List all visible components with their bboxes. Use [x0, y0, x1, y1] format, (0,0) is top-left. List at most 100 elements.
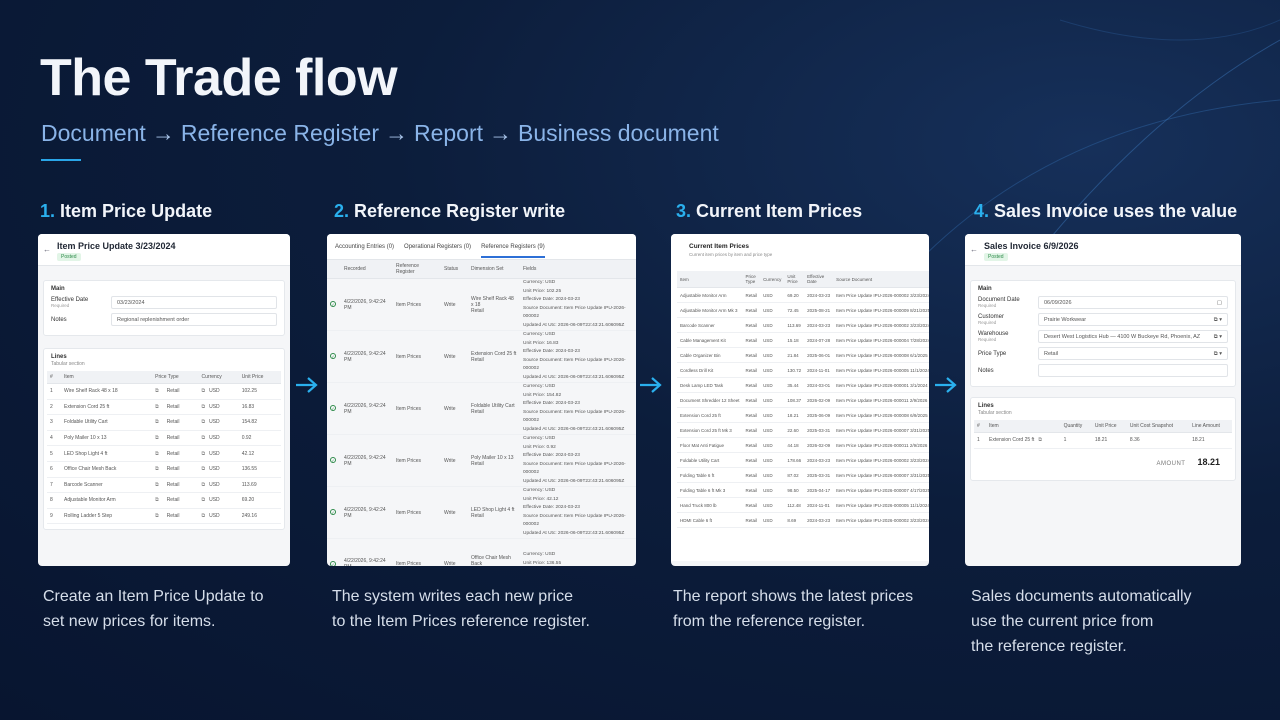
open-icon: ⧉	[201, 403, 206, 410]
flow-step-document: Document	[41, 120, 146, 146]
sales-invoice-card: ← Sales Invoice 6/9/2026 Posted Main Doc…	[965, 234, 1241, 566]
check-circle-icon: ✓	[330, 405, 336, 411]
step-3-description: The report shows the latest prices from t…	[673, 588, 914, 630]
status-badge: Posted	[57, 253, 81, 261]
open-icon: ⧉	[201, 481, 206, 488]
step-4-description: Sales documents automatically use the cur…	[971, 588, 1192, 655]
notes-field[interactable]	[1038, 364, 1228, 377]
table-row[interactable]: 6 Office Chair Mesh Back ⧉ Retail ⧉ USD 136.55	[47, 461, 281, 478]
table-row[interactable]: Desk Lamp LED Task Retail USD 35.44 2024-03-…	[677, 377, 929, 393]
open-icon: ⧉	[1038, 437, 1042, 444]
flow-arrow-icon	[296, 377, 318, 393]
main-section: Main Document Date Required 06/09/2026 ▢ C…	[970, 280, 1236, 387]
table-row[interactable]: ✓4/22/2026, 9:42:24 PMItem PricesWriteOf…	[327, 538, 636, 566]
lines-section: Lines Tabular section # Item Price Type …	[43, 348, 285, 531]
price-type-field[interactable]: Retail ⧉ ▾	[1038, 347, 1228, 360]
open-icon: ⧉	[155, 388, 159, 395]
status-badge: Posted	[984, 253, 1008, 261]
open-icon: ⧉	[201, 435, 206, 442]
table-row[interactable]: Folding Table 6 ft Mk 3 Retail USD 98.50 202…	[677, 482, 929, 498]
open-icon: ⧉	[201, 513, 206, 520]
table-row[interactable]: Document Shredder 12 Sheet Retail USD 108.3…	[677, 392, 929, 408]
page-title: The Trade flow	[40, 49, 398, 107]
table-row[interactable]: Floor Mat Anti Fatigue Retail USD 44.18 2026…	[677, 437, 929, 453]
notes-field[interactable]: Regional replenishment order	[111, 313, 277, 326]
table-row[interactable]: 8 Adjustable Monitor Arm ⧉ Retail ⧉ USD 69.20	[47, 492, 281, 509]
prices-table: Item Price Type Currency Unit Price Effe…	[677, 271, 929, 528]
amount-total: AMOUNT 18.21	[1156, 456, 1220, 467]
open-icon: ⧉	[155, 419, 159, 426]
check-circle-icon: ✓	[330, 509, 336, 515]
table-row[interactable]: ✓ 4/22/2026, 9:42:24 PM Item Prices Write Wi…	[327, 278, 636, 331]
flow-step-business-document: Business document	[518, 120, 719, 146]
arrow-icon: →	[489, 120, 513, 146]
step-2-heading: 2. Reference Register write	[334, 201, 566, 221]
check-circle-icon: ✓	[330, 353, 336, 359]
table-row[interactable]: Extension Cord 25 ft Retail USD 18.21 2025-0…	[677, 407, 929, 423]
tab-reference-registers[interactable]: Reference Registers (9)	[481, 236, 545, 258]
flow-arrow-icon	[935, 377, 957, 393]
table-row[interactable]: Adjustable Monitor Arm Mk 3 Retail USD 72.4…	[677, 302, 929, 318]
effective-date-field[interactable]: 03/23/2024	[111, 296, 277, 309]
document-title: Sales Invoice 6/9/2026	[984, 241, 1079, 251]
table-row[interactable]: 2 Extension Cord 25 ft ⧉ Retail ⧉ USD 16.83	[47, 399, 281, 416]
table-row[interactable]: 4 Poly Mailer 10 x 13 ⧉ Retail ⧉ USD 0.92	[47, 430, 281, 447]
table-row[interactable]: Folding Table 6 ft Retail USD 87.02 2025-03-…	[677, 467, 929, 483]
open-icon: ⧉	[155, 435, 159, 442]
table-row[interactable]: Adjustable Monitor Arm Retail USD 69.20 2024…	[677, 287, 929, 303]
table-row[interactable]: Hand Truck 800 lb Retail USD 112.48 2024-11-…	[677, 497, 929, 513]
tab-operational-registers[interactable]: Operational Registers (0)	[404, 244, 471, 250]
open-icon: ⧉	[201, 497, 206, 504]
open-icon: ⧉	[201, 450, 206, 457]
calendar-icon: ▢	[1216, 300, 1222, 306]
table-row[interactable]: 1 Extension Cord 25 ft ⧉ 1 18.21 8.36 18.…	[974, 432, 1232, 449]
register-tabs: Accounting Entries (0) Operational Regis…	[327, 234, 636, 260]
table-row[interactable]: ✓ 4/22/2026, 9:42:24 PM Item Prices Write Ex…	[327, 330, 636, 383]
open-icon: ⧉	[201, 466, 206, 473]
warehouse-field[interactable]: Desert West Logistics Hub — 4100 W Bucke…	[1038, 330, 1228, 343]
flow-step-register: Reference Register	[180, 120, 379, 146]
invoice-lines-table: # Item Quantity Unit Price Unit Cost Sna…	[974, 420, 1232, 449]
open-icon: ⧉ ▾	[1213, 351, 1222, 357]
step-1-description: Create an Item Price Update to set new pr…	[43, 588, 264, 630]
table-row[interactable]: 1 Wire Shelf Rack 48 x 18 ⧉ Retail ⧉ USD 102.2…	[47, 383, 281, 400]
table-row[interactable]: Foldable Utility Cart Retail USD 178.66 2024…	[677, 452, 929, 468]
step-2-description: The system writes each new price to the I…	[332, 588, 590, 630]
document-title: Item Price Update 3/23/2024	[57, 241, 176, 251]
check-circle-icon: ✓	[330, 457, 336, 463]
reference-register-card: Accounting Entries (0) Operational Regis…	[327, 234, 636, 566]
table-row[interactable]: 9 Rolling Ladder 5 Step ⧉ Retail ⧉ USD 249.16	[47, 508, 281, 525]
tab-accounting-entries[interactable]: Accounting Entries (0)	[335, 244, 394, 250]
document-date-field[interactable]: 06/09/2026 ▢	[1038, 296, 1228, 309]
table-row[interactable]: 7 Barcode Scanner ⧉ Retail ⧉ USD 113.69	[47, 477, 281, 494]
open-icon: ⧉	[201, 388, 206, 395]
open-icon: ⧉	[155, 513, 159, 520]
table-row[interactable]: Extension Cord 25 ft Mk 3 Retail USD 22.60 2…	[677, 422, 929, 438]
check-circle-icon: ✓	[330, 301, 336, 307]
table-row[interactable]: Barcode Scanner Retail USD 113.69 2024-03-23…	[677, 317, 929, 333]
back-arrow-icon[interactable]: ←	[970, 245, 978, 254]
step-1-heading: 1. Item Price Update	[40, 201, 213, 221]
table-row[interactable]: ✓ 4/22/2026, 9:42:24 PM Item Prices Write LE…	[327, 486, 636, 539]
report-title: Current Item Prices	[689, 243, 749, 250]
table-row[interactable]: ✓ 4/22/2026, 9:42:24 PM Item Prices Write Fo…	[327, 382, 636, 435]
item-price-update-card: ← Item Price Update 3/23/2024 Posted Mai…	[38, 234, 290, 566]
register-table: Recorded Reference Register Status Dimen…	[327, 260, 636, 566]
back-arrow-icon[interactable]: ←	[43, 245, 51, 254]
open-icon: ⧉	[155, 403, 159, 410]
table-row[interactable]: Cable Organizer Bin Retail USD 21.84 2025-06…	[677, 347, 929, 363]
title-underline	[41, 159, 81, 161]
open-icon: ⧉ ▾	[1213, 317, 1222, 323]
customer-field[interactable]: Prairie Workwear ⧉ ▾	[1038, 313, 1228, 326]
current-item-prices-card: Current Item Prices Current item prices …	[671, 234, 929, 566]
flow-step-report: Report	[413, 120, 484, 146]
table-row[interactable]: 3 Foldable Utility Cart ⧉ Retail ⧉ USD 154.82	[47, 414, 281, 431]
table-row[interactable]: HDMI Cable 6 ft Retail USD 8.69 2024-03-23 It…	[677, 512, 929, 528]
table-row[interactable]: 5 LED Shop Light 4 ft ⧉ Retail ⧉ USD 42.12	[47, 445, 281, 462]
arrow-icon: →	[384, 120, 408, 146]
table-row[interactable]: ✓ 4/22/2026, 9:42:24 PM Item Prices Write Po…	[327, 434, 636, 487]
open-icon: ⧉	[155, 481, 159, 488]
table-row[interactable]: Cordless Drill Kit Retail USD 130.72 2024-11…	[677, 362, 929, 378]
table-row[interactable]: Cable Management Kit Retail USD 15.18 2024-0…	[677, 332, 929, 348]
step-3-heading: 3. Current Item Prices	[676, 201, 863, 221]
